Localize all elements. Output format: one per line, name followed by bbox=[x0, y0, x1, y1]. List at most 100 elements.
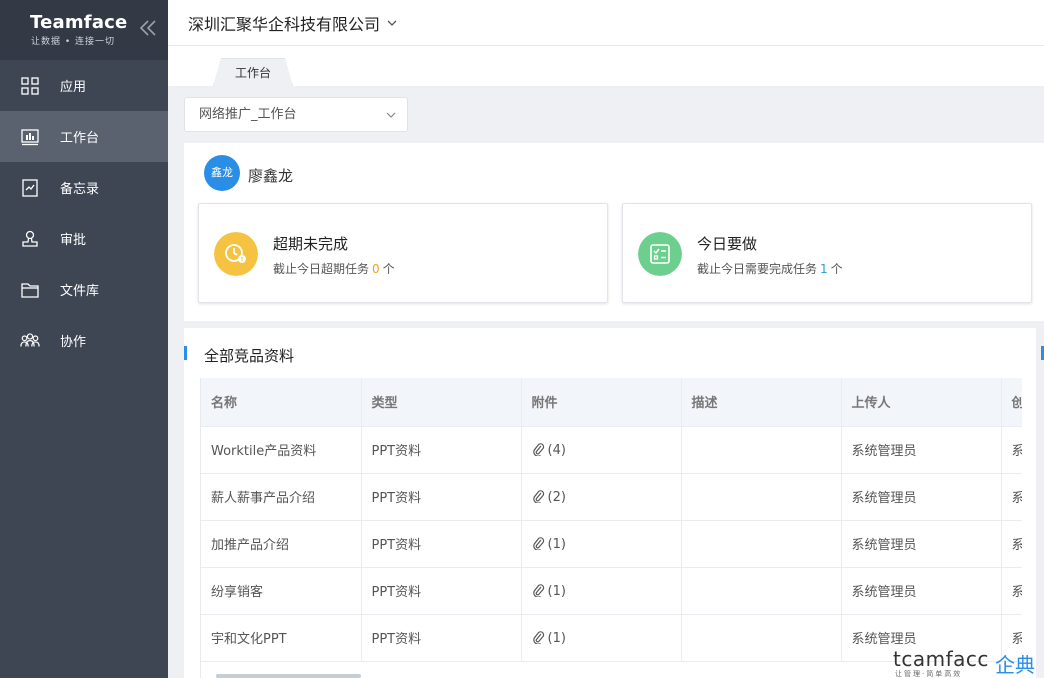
cell-desc bbox=[681, 473, 842, 521]
workspace-select[interactable]: 网络推广_工作台 bbox=[184, 97, 408, 132]
collapse-sidebar-icon[interactable] bbox=[138, 18, 158, 38]
company-name: 深圳汇聚华企科技有限公司 bbox=[188, 15, 381, 34]
cell-name[interactable]: 薪人薪事产品介绍 bbox=[201, 473, 362, 521]
sidebar-item-workbench[interactable]: 工作台 bbox=[0, 111, 168, 162]
sidebar-nav: 应用 工作台 备忘录 审批 文件库 协作 bbox=[0, 60, 168, 366]
cell-desc bbox=[681, 426, 842, 474]
paperclip-icon bbox=[532, 630, 544, 644]
cell-attachments[interactable]: (1) bbox=[521, 567, 682, 615]
section-marker bbox=[184, 346, 187, 360]
card-desc-text: 截止今日需要完成任务 bbox=[697, 262, 818, 276]
clock-alert-icon bbox=[214, 232, 258, 276]
cell-uploader: 系统管理员 bbox=[841, 426, 1002, 474]
card-desc-text: 截止今日超期任务 bbox=[273, 262, 370, 276]
avatar[interactable]: 鑫龙 bbox=[204, 155, 240, 191]
cell-extra: 系 bbox=[1001, 520, 1022, 568]
table-row[interactable]: 加推产品介绍 PPT资料 (1) 系统管理员 系 bbox=[201, 520, 1022, 568]
cell-attachments[interactable]: (1) bbox=[521, 520, 682, 568]
today-todo-card[interactable]: 今日要做 截止今日需要完成任务 1 个 bbox=[622, 203, 1032, 303]
table-container[interactable]: 名称 类型 附件 描述 上传人 创 Worktile产品资料 PPT资料 (4)… bbox=[200, 378, 1022, 678]
sidebar-item-label: 工作台 bbox=[60, 131, 100, 146]
cell-name[interactable]: 宇和文化PPT bbox=[201, 614, 362, 662]
cell-type: PPT资料 bbox=[361, 567, 522, 615]
card-unit: 个 bbox=[382, 262, 395, 276]
table-row[interactable]: Worktile产品资料 PPT资料 (4) 系统管理员 系 bbox=[201, 426, 1022, 474]
table-row[interactable]: 薪人薪事产品介绍 PPT资料 (2) 系统管理员 系 bbox=[201, 473, 1022, 521]
sidebar-item-collab[interactable]: 协作 bbox=[0, 315, 168, 366]
card-unit: 个 bbox=[830, 262, 843, 276]
approval-icon bbox=[22, 230, 38, 247]
cell-extra: 系 bbox=[1001, 473, 1022, 521]
chevron-down-icon bbox=[387, 20, 397, 26]
attachment-count: (1) bbox=[547, 583, 566, 599]
sidebar-item-label: 文件库 bbox=[60, 284, 100, 299]
card-desc: 截止今日超期任务 0 个 bbox=[273, 260, 395, 277]
top-header: 深圳汇聚华企科技有限公司 bbox=[168, 0, 1044, 46]
sidebar-item-label: 审批 bbox=[60, 233, 87, 248]
card-title: 超期未完成 bbox=[273, 235, 349, 253]
cell-attachments[interactable]: (2) bbox=[521, 473, 682, 521]
column-header[interactable]: 类型 bbox=[361, 378, 522, 427]
section-title: 全部竞品资料 bbox=[204, 347, 295, 365]
card-desc: 截止今日需要完成任务 1 个 bbox=[697, 260, 843, 277]
horizontal-scrollbar[interactable] bbox=[216, 674, 361, 678]
brand-slogan: 让数据 • 连接一切 bbox=[31, 37, 116, 47]
card-title: 今日要做 bbox=[697, 235, 758, 253]
sidebar-item-memo[interactable]: 备忘录 bbox=[0, 162, 168, 213]
attachment-count: (1) bbox=[547, 536, 566, 552]
checklist-icon bbox=[638, 232, 682, 276]
sidebar-item-apps[interactable]: 应用 bbox=[0, 60, 168, 111]
table-header-row: 名称 类型 附件 描述 上传人 创 bbox=[201, 378, 1022, 427]
cell-type: PPT资料 bbox=[361, 426, 522, 474]
column-header[interactable]: 附件 bbox=[521, 378, 682, 427]
column-header[interactable]: 创 bbox=[1001, 378, 1022, 427]
watermark-text-cn: 企典 bbox=[995, 653, 1035, 677]
brand-header: Teamface 让数据 • 连接一切 bbox=[0, 0, 168, 60]
competitor-materials-section: 全部竞品资料 名称 类型 附件 描述 上传人 创 Worktile产品资料 PP… bbox=[184, 328, 1036, 678]
materials-table: 名称 类型 附件 描述 上传人 创 Worktile产品资料 PPT资料 (4)… bbox=[201, 378, 1022, 662]
watermark-logo: tcamfacc 企典 让管理·简单高效 bbox=[893, 647, 1044, 678]
cell-extra: 系 bbox=[1001, 426, 1022, 474]
paperclip-icon bbox=[532, 489, 544, 503]
tab-workbench[interactable]: 工作台 bbox=[213, 58, 293, 86]
sidebar-item-label: 协作 bbox=[60, 335, 87, 350]
watermark-text-en: tcamfacc bbox=[893, 647, 989, 671]
attachment-count: (2) bbox=[547, 489, 566, 505]
grid-icon bbox=[21, 76, 39, 95]
sidebar: Teamface 让数据 • 连接一切 应用 工作台 备忘录 审批 文件库 协作 bbox=[0, 0, 168, 678]
watermark-slogan: 让管理·简单高效 bbox=[895, 670, 963, 678]
cell-type: PPT资料 bbox=[361, 473, 522, 521]
column-header[interactable]: 上传人 bbox=[841, 378, 1002, 427]
overdue-card[interactable]: 超期未完成 截止今日超期任务 0 个 bbox=[198, 203, 608, 303]
column-header[interactable]: 描述 bbox=[681, 378, 842, 427]
cell-name[interactable]: Worktile产品资料 bbox=[201, 426, 362, 474]
sidebar-item-approval[interactable]: 审批 bbox=[0, 213, 168, 264]
memo-icon bbox=[22, 178, 38, 197]
cell-attachments[interactable]: (1) bbox=[521, 614, 682, 662]
workspace-select-value: 网络推广_工作台 bbox=[199, 107, 297, 122]
user-summary-panel: 鑫龙 廖鑫龙 超期未完成 截止今日超期任务 0 个 今日要做 截止今日需要完成任务 1… bbox=[184, 143, 1044, 321]
cell-attachments[interactable]: (4) bbox=[521, 426, 682, 474]
cell-type: PPT资料 bbox=[361, 520, 522, 568]
paperclip-icon bbox=[532, 536, 544, 550]
column-header[interactable]: 名称 bbox=[201, 378, 362, 427]
cell-desc bbox=[681, 520, 842, 568]
folder-icon bbox=[21, 282, 39, 298]
cell-name[interactable]: 纷享销客 bbox=[201, 567, 362, 615]
sidebar-item-label: 应用 bbox=[60, 80, 87, 95]
cell-desc bbox=[681, 614, 842, 662]
today-count: 1 bbox=[820, 262, 828, 276]
overdue-count: 0 bbox=[372, 262, 380, 276]
sidebar-item-label: 备忘录 bbox=[60, 182, 100, 197]
chart-icon bbox=[21, 128, 39, 145]
cell-extra: 系 bbox=[1001, 567, 1022, 615]
cell-name[interactable]: 加推产品介绍 bbox=[201, 520, 362, 568]
company-switcher[interactable]: 深圳汇聚华企科技有限公司 bbox=[188, 11, 398, 35]
paperclip-icon bbox=[532, 583, 544, 597]
cell-uploader: 系统管理员 bbox=[841, 520, 1002, 568]
sidebar-item-files[interactable]: 文件库 bbox=[0, 264, 168, 315]
attachment-count: (1) bbox=[547, 630, 566, 646]
team-icon bbox=[20, 332, 40, 346]
cell-type: PPT资料 bbox=[361, 614, 522, 662]
table-row[interactable]: 纷享销客 PPT资料 (1) 系统管理员 系 bbox=[201, 567, 1022, 615]
